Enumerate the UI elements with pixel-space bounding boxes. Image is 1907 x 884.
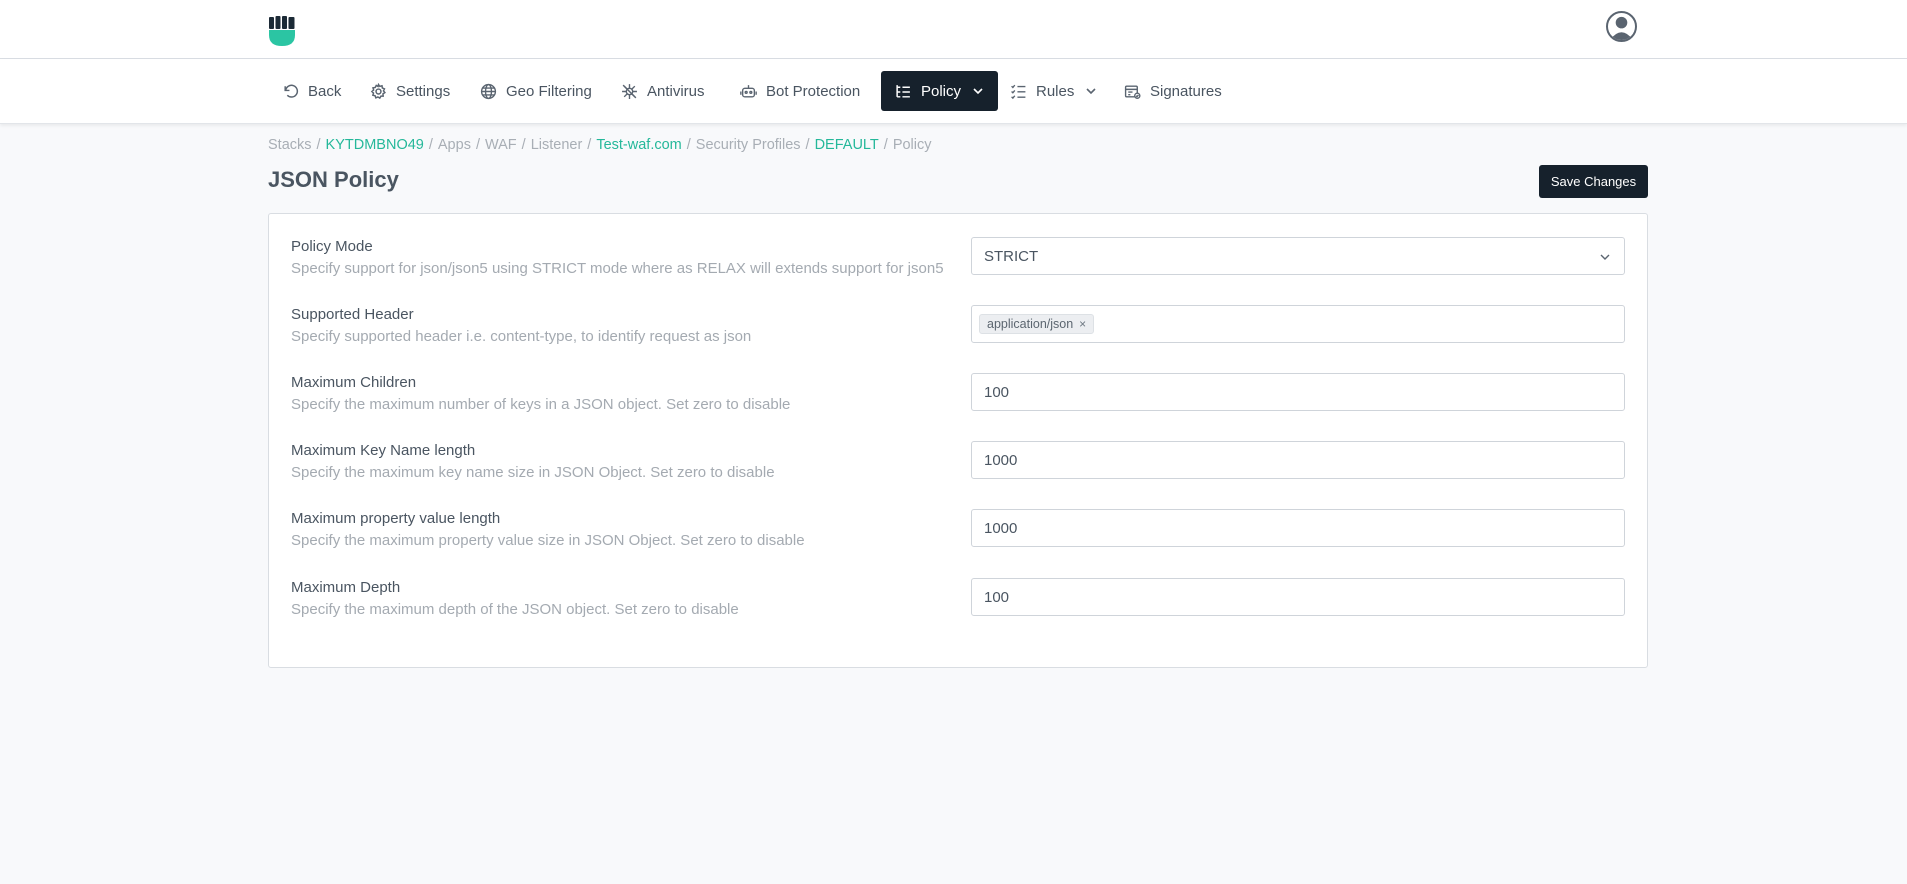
- nav-signatures[interactable]: Signatures: [1110, 71, 1236, 111]
- max-children-label: Maximum Children: [291, 374, 417, 391]
- nav-settings-label: Settings: [396, 82, 451, 100]
- supported-header-description: Specify supported header i.e. content-ty…: [291, 328, 752, 345]
- breadcrumb-listener: Listener: [530, 137, 583, 153]
- policy-mode-row: Policy Mode Specify support for json/jso…: [291, 237, 1627, 278]
- breadcrumb-stacks: Stacks: [268, 137, 312, 153]
- header-tag: application/json ×: [979, 314, 1095, 334]
- robot-icon: [740, 84, 757, 98]
- max-property-value-length-description: Specify the maximum property value size …: [291, 532, 805, 549]
- header-tag-label: application/json: [987, 317, 1074, 331]
- max-depth-label: Maximum Depth: [291, 579, 401, 596]
- policy-mode-description: Specify support for json/json5 using STR…: [291, 260, 944, 277]
- policy-mode-select[interactable]: STRICT: [971, 237, 1625, 275]
- section-nav: Back Settings Geo Filtering Antivirus Bo…: [0, 59, 1907, 124]
- max-key-name-length-label: Maximum Key Name length: [291, 442, 476, 459]
- nav-bot-protection[interactable]: Bot Protection: [726, 71, 874, 111]
- max-property-value-length-label: Maximum property value length: [291, 510, 501, 527]
- nav-signatures-label: Signatures: [1150, 82, 1222, 100]
- max-depth-description: Specify the maximum depth of the JSON ob…: [291, 601, 739, 618]
- max-key-name-length-input[interactable]: [971, 441, 1625, 479]
- max-depth-row: Maximum Depth Specify the maximum depth …: [291, 578, 1627, 619]
- nav-back[interactable]: Back: [268, 71, 355, 111]
- nav-bot-protection-label: Bot Protection: [766, 82, 861, 100]
- nav-geo-filtering-label: Geo Filtering: [506, 82, 592, 100]
- nav-antivirus[interactable]: Antivirus: [607, 71, 719, 111]
- breadcrumb-current: Policy: [892, 137, 932, 153]
- breadcrumb-stack-link[interactable]: KYTDMBNO49: [326, 137, 424, 153]
- nav-geo-filtering[interactable]: Geo Filtering: [466, 71, 606, 111]
- chevron-down-icon: [1086, 88, 1096, 95]
- policy-mode-label: Policy Mode: [291, 238, 373, 255]
- supported-header-label: Supported Header: [291, 306, 414, 323]
- nav-back-label: Back: [308, 82, 342, 100]
- max-children-row: Maximum Children Specify the maximum num…: [291, 373, 1627, 414]
- nav-settings[interactable]: Settings: [356, 71, 464, 111]
- breadcrumb-security-profiles: Security Profiles: [695, 137, 801, 153]
- max-property-value-length-row: Maximum property value length Specify th…: [291, 509, 1627, 550]
- supported-header-tags-input[interactable]: application/json ×: [971, 305, 1625, 343]
- nav-policy-label: Policy: [921, 82, 962, 100]
- virus-icon: [622, 83, 637, 99]
- max-depth-input[interactable]: [971, 578, 1625, 616]
- max-children-description: Specify the maximum number of keys in a …: [291, 396, 791, 413]
- brand-logo[interactable]: [268, 15, 296, 47]
- breadcrumb-profile-link[interactable]: DEFAULT: [815, 137, 879, 153]
- max-children-input[interactable]: [971, 373, 1625, 411]
- breadcrumb-listener-link[interactable]: Test-waf.com: [596, 137, 681, 153]
- chevron-down-icon: [973, 88, 983, 95]
- max-key-name-length-description: Specify the maximum key name size in JSO…: [291, 464, 775, 481]
- breadcrumb: Stacks / KYTDMBNO49/Apps / WAF / Listener / Test…: [268, 137, 932, 153]
- signature-icon: [1124, 84, 1141, 99]
- undo-icon: [284, 84, 299, 98]
- max-property-value-length-input[interactable]: [971, 509, 1625, 547]
- gear-icon: [370, 82, 386, 99]
- breadcrumb-apps: Apps: [437, 137, 471, 153]
- chevron-down-icon: [1600, 254, 1610, 260]
- user-avatar[interactable]: [1606, 11, 1637, 42]
- nav-rules-label: Rules: [1036, 82, 1075, 100]
- top-bar: [0, 0, 1907, 59]
- page-title: JSON Policy: [268, 167, 399, 192]
- nav-policy[interactable]: Policy: [881, 71, 999, 111]
- tag-remove-icon[interactable]: ×: [1079, 317, 1086, 331]
- list-tree-icon: [896, 84, 910, 98]
- nav-rules[interactable]: Rules: [996, 71, 1111, 111]
- save-changes-button[interactable]: Save Changes: [1539, 165, 1648, 198]
- checklist-icon: [1011, 84, 1026, 99]
- max-key-name-length-row: Maximum Key Name length Specify the maxi…: [291, 441, 1627, 482]
- breadcrumb-waf: WAF: [484, 137, 517, 153]
- supported-header-row: Supported Header Specify supported heade…: [291, 305, 1627, 346]
- globe-icon: [480, 83, 497, 99]
- json-policy-form: Policy Mode Specify support for json/jso…: [268, 213, 1648, 668]
- nav-antivirus-label: Antivirus: [647, 82, 705, 100]
- policy-mode-value: STRICT: [984, 247, 1039, 265]
